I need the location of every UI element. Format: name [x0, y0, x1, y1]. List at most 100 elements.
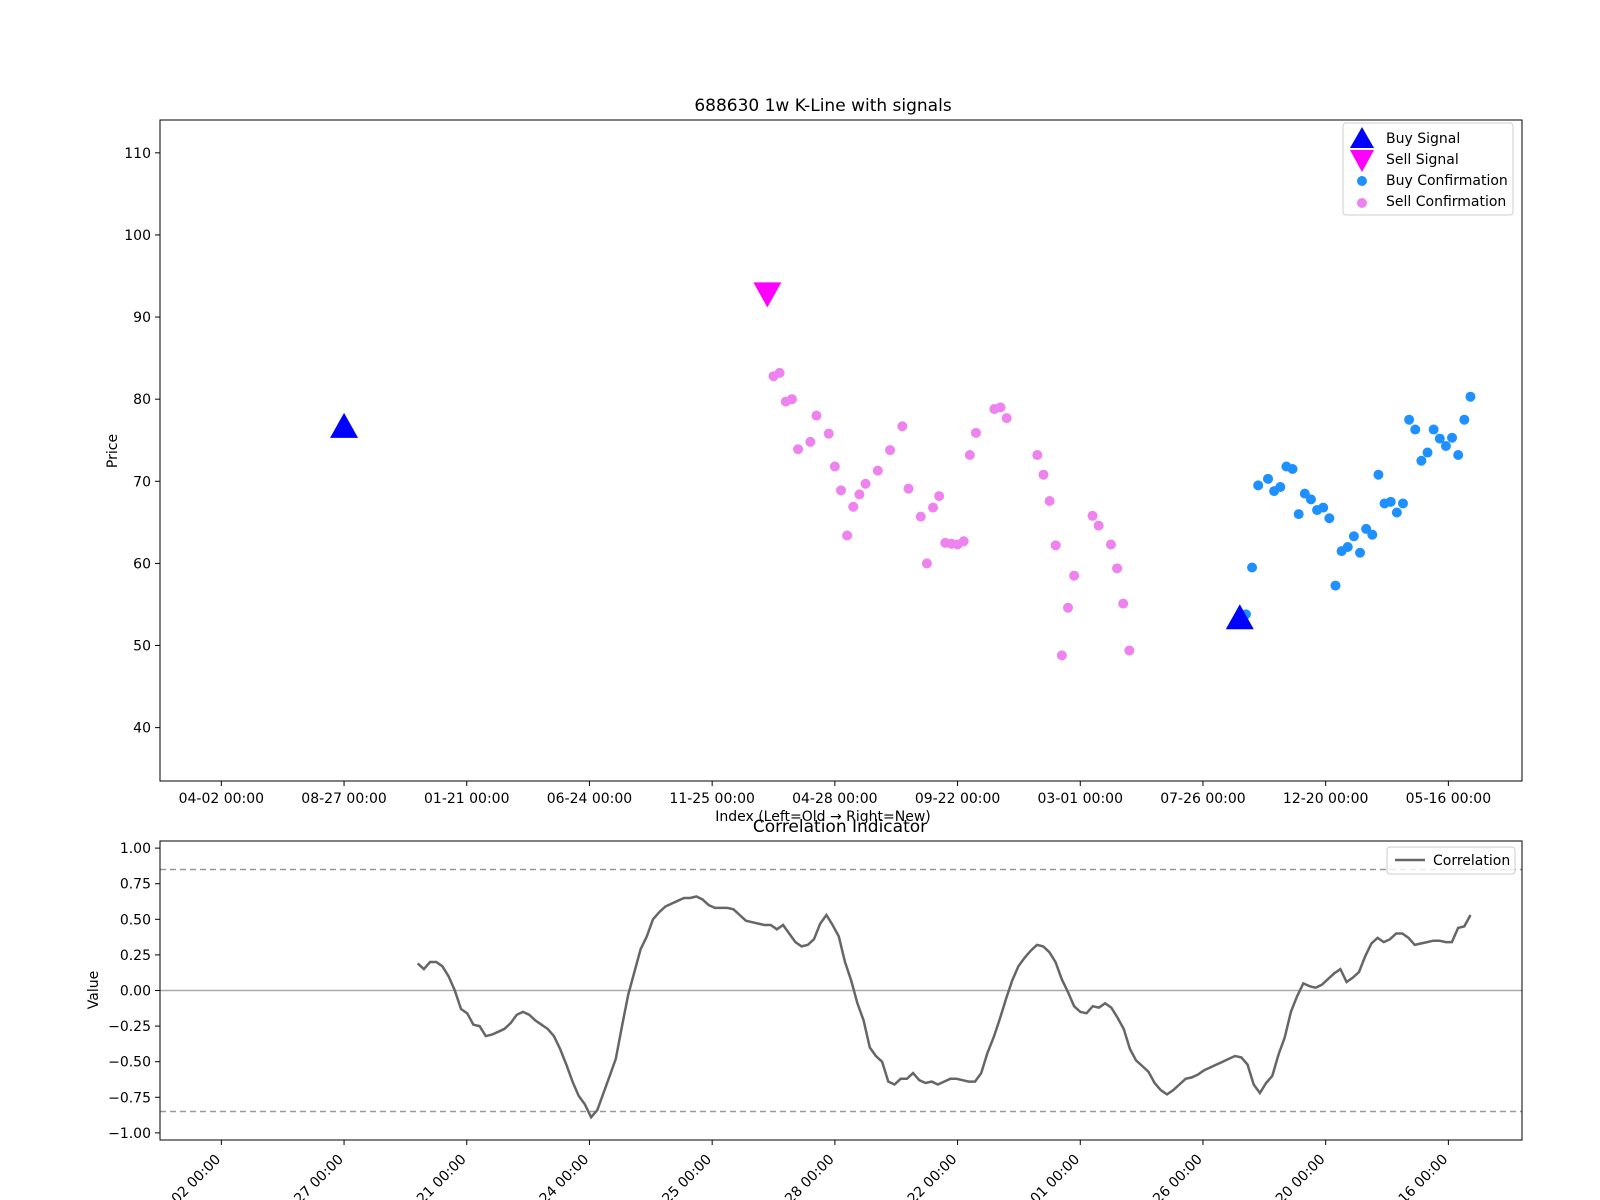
kline-y-axis: 40 50 60 70 80 90 100 110 — [124, 146, 160, 737]
y-tick-label: 50 — [133, 639, 151, 655]
sell-confirmation-point — [995, 402, 1006, 413]
sell-confirmation-point — [1069, 570, 1080, 581]
y-tick-label: 1.00 — [120, 841, 151, 857]
sell-confirmation-point — [793, 444, 804, 455]
sell-confirmation-point — [1044, 495, 1055, 506]
sell-confirmation-point — [1063, 602, 1073, 613]
sell-confirmation-point — [1105, 539, 1116, 550]
figure: 688630 1w K-Line with signals 40 50 60 70 80… — [86, 96, 1523, 1200]
buy-confirmation-point — [1330, 580, 1341, 591]
sell-confirmation-point — [872, 465, 883, 476]
y-tick-label: 0.50 — [120, 912, 151, 928]
sell-confirmation-point — [854, 489, 865, 500]
buy-confirmation-point — [1275, 482, 1286, 493]
sell-confirmation-point — [934, 491, 945, 502]
buy-confirmation-point — [1305, 494, 1316, 505]
legend-sell-confirmation: Sell Confirmation — [1386, 194, 1506, 210]
buy-confirmation-point — [1373, 469, 1384, 480]
sell-confirmation-point — [848, 501, 859, 512]
buy-confirmation-point — [1447, 432, 1458, 443]
buy-confirmation-point — [1465, 391, 1476, 402]
buy-confirmation-point — [1459, 414, 1470, 425]
y-tick-label: 0.25 — [120, 948, 151, 964]
x-tick-label: 28 00:00 — [782, 1152, 838, 1200]
sell-signal-marker — [753, 282, 782, 308]
sell-confirmation-point — [928, 502, 939, 513]
x-tick-label: 04-28 00:00 — [792, 791, 877, 807]
buy-confirmation-point — [1342, 541, 1353, 552]
kline-x-axis: 04-02 00:00 08-27 00:00 01-21 00:00 06-24 0… — [179, 781, 1491, 807]
x-tick-label: 16 00:00 — [1396, 1152, 1452, 1200]
buy-confirmation-point — [1428, 424, 1439, 435]
x-tick-label: 12-20 00:00 — [1283, 791, 1368, 807]
x-tick-label: 26 00:00 — [1150, 1152, 1206, 1200]
sell-confirmation-point — [964, 450, 975, 461]
buy-confirmation-point — [1422, 447, 1433, 458]
kline-chart: 688630 1w K-Line with signals 40 50 60 70 80… — [105, 96, 1523, 825]
buy-confirmation-point — [1263, 473, 1274, 484]
y-tick-label: −0.25 — [108, 1019, 151, 1035]
sell-confirmation-point — [805, 436, 816, 447]
sell-confirmation-point — [958, 536, 969, 547]
kline-plot-frame — [159, 119, 1523, 782]
buy-confirmation-point — [1293, 509, 1304, 520]
correlation-legend: Correlation — [1386, 846, 1516, 875]
x-tick-label: 24 00:00 — [537, 1152, 593, 1200]
sell-confirmation-point — [836, 485, 846, 496]
sell-confirmation-point — [1093, 520, 1104, 531]
x-tick-label: 27 00:00 — [291, 1152, 347, 1200]
x-tick-label: 21 00:00 — [414, 1152, 470, 1200]
correlation-chart-title: Correlation Indicator — [753, 817, 927, 837]
sell-confirmation-legend-icon — [1357, 198, 1367, 208]
buy-confirmation-point — [1318, 502, 1329, 513]
x-tick-label: 04-02 00:00 — [179, 791, 264, 807]
correlation-chart: Correlation Indicator −1.00 −0.75 −0.50 −0.… — [86, 817, 1523, 1200]
sell-confirmation-point — [1050, 540, 1061, 551]
y-tick-label: 60 — [133, 556, 151, 572]
sell-confirmation-point — [774, 367, 785, 378]
buy-confirmation-point — [1440, 440, 1451, 451]
buy-confirmation-point — [1397, 498, 1408, 509]
buy-confirmation-point — [1253, 480, 1264, 491]
correlation-x-axis: 02 00:00 27 00:00 21 00:00 24 00:00 25 00:00… — [169, 1140, 1452, 1200]
buy-signal-marker — [330, 412, 359, 438]
correlation-y-axis: −1.00 −0.75 −0.50 −0.25 0.00 0.25 0.50 0.75 1.00 — [108, 841, 160, 1142]
y-tick-label: 70 — [133, 474, 151, 490]
sell-confirmation-point — [786, 394, 797, 405]
x-tick-label: 03-01 00:00 — [1038, 791, 1123, 807]
buy-confirmation-point — [1287, 463, 1298, 474]
sell-confirmation-point — [1032, 450, 1043, 461]
kline-y-axis-label: Price — [105, 434, 121, 468]
x-tick-label: 25 00:00 — [659, 1152, 715, 1200]
sell-confirmation-point — [1087, 510, 1098, 521]
kline-legend: Buy Signal Sell Signal Buy Confirmation … — [1342, 122, 1514, 216]
buy-confirmation-point — [1416, 455, 1427, 466]
sell-confirmation-point — [1112, 563, 1123, 574]
sell-confirmation-point — [811, 410, 822, 421]
y-tick-label: 0.00 — [120, 984, 151, 1000]
y-tick-label: 110 — [124, 146, 151, 162]
buy-confirmation-point — [1367, 529, 1378, 540]
sell-confirmation-point — [1056, 650, 1067, 661]
buy-confirmation-point — [1410, 424, 1421, 435]
legend-buy-signal: Buy Signal — [1386, 131, 1460, 147]
x-tick-label: 22 00:00 — [905, 1152, 961, 1200]
y-tick-label: 80 — [133, 392, 151, 408]
legend-correlation: Correlation — [1433, 853, 1510, 869]
sell-confirmation-point — [885, 445, 896, 456]
x-tick-label: 01 00:00 — [1028, 1152, 1084, 1200]
sell-confirmation-point — [897, 421, 908, 432]
buy-confirmation-point — [1348, 531, 1359, 542]
buy-confirmation-point — [1453, 450, 1464, 461]
sell-confirmation-point — [823, 428, 834, 439]
sell-confirmation-point — [1038, 469, 1049, 480]
kline-chart-title: 688630 1w K-Line with signals — [694, 96, 952, 116]
correlation-y-axis-label: Value — [86, 971, 102, 1009]
y-tick-label: 90 — [133, 310, 151, 326]
buy-confirmation-point — [1324, 513, 1335, 524]
sell-confirmation-point — [1124, 645, 1135, 656]
buy-confirmation-legend-icon — [1357, 176, 1367, 186]
sell-confirmation-point — [1001, 413, 1012, 424]
sell-confirmation-point — [829, 461, 840, 472]
legend-sell-signal: Sell Signal — [1386, 152, 1459, 168]
